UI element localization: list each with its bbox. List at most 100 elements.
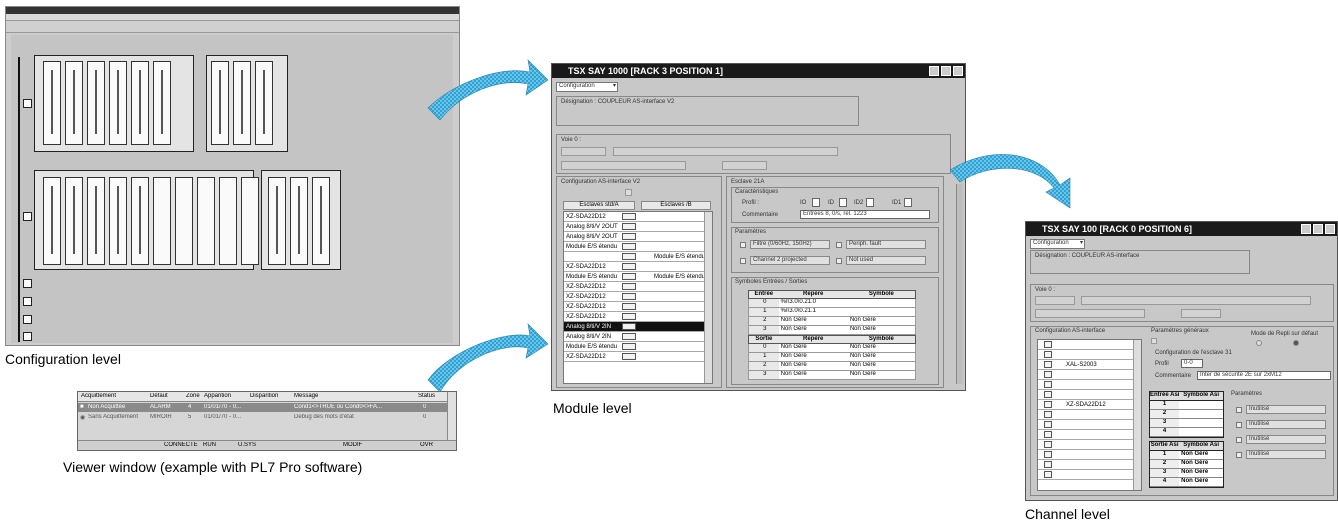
rack-address-2[interactable] (23, 279, 32, 288)
channel-slave-item[interactable] (1038, 350, 1141, 360)
rack-address-5[interactable] (23, 332, 32, 341)
id-field-io[interactable] (812, 198, 820, 207)
slave-list-item[interactable]: XZ-SDA22D12 (564, 352, 712, 362)
viewer-header-message[interactable]: Message (294, 393, 318, 399)
rack-module-slot[interactable] (131, 177, 149, 265)
channel-slave-item[interactable] (1038, 340, 1141, 350)
module-voie-function[interactable] (613, 147, 838, 156)
slave-list-item[interactable]: Module E/S étendu (564, 242, 712, 252)
param-checkbox[interactable] (1236, 407, 1242, 413)
rack-module-slot[interactable] (131, 61, 149, 145)
slave-list-item[interactable]: XZ-SDA22D12 (564, 282, 712, 292)
viewer-scrollbar[interactable] (447, 392, 456, 440)
module-voie-select[interactable] (561, 147, 606, 156)
rack-module-slot[interactable] (312, 177, 330, 265)
channel-voie-function[interactable] (1081, 296, 1311, 305)
param-checkbox[interactable] (740, 258, 746, 264)
io-table-row[interactable]: 1 %I\3.0\0.21.1 (748, 308, 916, 317)
asi-table-row[interactable]: 3 Non Géré (1150, 469, 1223, 478)
params-generaux-checkbox[interactable] (1151, 338, 1157, 344)
slave-list-item[interactable]: Analog 8/ti/V 2OUT (564, 222, 712, 232)
rack-address-0[interactable] (23, 99, 32, 108)
channel-slave-item[interactable] (1038, 450, 1141, 460)
io-table-row[interactable]: 3 Non Géré Non Géré (748, 326, 916, 335)
rack-module-slot[interactable] (175, 177, 193, 265)
channel-slave-scrollbar[interactable] (1133, 340, 1141, 490)
rack-module-slot[interactable] (87, 61, 105, 145)
module-slave-scrollbar[interactable] (704, 212, 712, 383)
module-task-select[interactable] (561, 161, 686, 170)
module-minimize-button[interactable] (929, 66, 939, 76)
rack-address-3[interactable] (23, 297, 32, 306)
channel-slave-item[interactable]: XZ-SDA22D12 (1038, 400, 1141, 410)
asi-table-row[interactable]: 4 (1150, 428, 1223, 437)
rack-module-slot[interactable] (109, 177, 127, 265)
rack-module-slot[interactable] (241, 177, 259, 265)
rack-module-slot[interactable] (109, 61, 127, 145)
rack-module-slot[interactable] (87, 177, 105, 265)
channel-minimize-button[interactable] (1301, 224, 1311, 234)
channel-voie-select[interactable] (1035, 296, 1075, 305)
rack-module-slot[interactable] (197, 177, 215, 265)
viewer-row-2[interactable]: ◉ Sans Acquittement MIROIR 5 01/01/70 - … (78, 413, 448, 422)
viewer-header-acquittement[interactable]: Acquittement (81, 393, 116, 399)
viewer-row-selected[interactable]: ■ Non Acquittée ALARM 4 01/01/70 - 0... … (78, 403, 448, 412)
slave-list-item[interactable]: Module E/S étendu Module E/S étendu (564, 272, 712, 282)
rack-address-4[interactable] (23, 315, 32, 324)
rack-module-slot[interactable] (43, 177, 61, 265)
slave-list-item[interactable]: XZ-SDA22D12 (564, 212, 712, 222)
rack-address-1[interactable] (23, 212, 32, 221)
rack-module-slot[interactable] (255, 61, 273, 145)
channel-view-select[interactable]: Configuration ▾ (1030, 239, 1085, 249)
rack-module-slot[interactable] (153, 177, 171, 265)
mode-repli-radio-2[interactable] (1293, 340, 1299, 346)
module-close-button[interactable] (953, 66, 963, 76)
id-field-id[interactable] (839, 198, 847, 207)
rack-module-slot[interactable] (153, 61, 171, 145)
channel-maximize-button[interactable] (1313, 224, 1323, 234)
slave-list-item[interactable]: Analog 8/ti/V 2IN (564, 322, 712, 332)
io-table-row[interactable]: 2 Non Géré Non Géré (748, 362, 916, 371)
rack-module-slot[interactable] (43, 61, 61, 145)
channel-slave-item[interactable] (1038, 470, 1141, 480)
slave-list-item[interactable]: XZ-SDA22D12 (564, 312, 712, 322)
slave-list-item[interactable]: Module E/S étendu (564, 252, 712, 262)
channel-slave-item[interactable] (1038, 380, 1141, 390)
id-field-id2[interactable] (866, 198, 874, 207)
module-maximize-button[interactable] (941, 66, 951, 76)
slave-list-item[interactable]: XZ-SDA22D12 (564, 292, 712, 302)
io-table-row[interactable]: 2 Non Géré Non Géré (748, 317, 916, 326)
asi-table-row[interactable]: 1 Non Géré (1150, 451, 1223, 460)
channel-slave-item[interactable] (1038, 430, 1141, 440)
channel-slave-item[interactable] (1038, 390, 1141, 400)
param-checkbox[interactable] (1236, 437, 1242, 443)
asi-table-row[interactable]: 2 (1150, 410, 1223, 419)
slave-list-item[interactable]: Analog 8/ti/V 2IN (564, 332, 712, 342)
param-checkbox[interactable] (1236, 422, 1242, 428)
asi-table-row[interactable]: 4 Non Géré (1150, 478, 1223, 487)
channel-slave-item[interactable]: XAL-S2003 (1038, 360, 1141, 370)
slave-list-item[interactable]: Analog 8/ti/V 2OUT (564, 232, 712, 242)
channel-task-select[interactable] (1035, 309, 1145, 318)
commentaire-field[interactable]: Entrées 8, 0/s, rel. 1223 (800, 210, 930, 219)
io-table-row[interactable]: 0 %I\3.0\0.21.0 (748, 299, 916, 308)
param-checkbox[interactable] (836, 242, 842, 248)
channel-slave-item[interactable] (1038, 440, 1141, 450)
rack-module-slot[interactable] (65, 177, 83, 265)
channel-profil-field[interactable]: 0-0 (1181, 359, 1203, 368)
mode-repli-radio-1[interactable] (1256, 340, 1262, 346)
asi-table-row[interactable]: 1 (1150, 401, 1223, 410)
viewer-header-zone[interactable]: Zone (186, 393, 200, 399)
module-window-scrollbar[interactable] (956, 184, 963, 384)
param-checkbox[interactable] (740, 242, 746, 248)
channel-close-button[interactable] (1325, 224, 1335, 234)
channel-slave-item[interactable] (1038, 420, 1141, 430)
viewer-header-apparition[interactable]: Apparition (204, 393, 231, 399)
viewer-header-status[interactable]: Status (418, 393, 435, 399)
module-auto-checkbox[interactable] (625, 189, 632, 196)
module-mast-select[interactable] (722, 161, 767, 170)
viewer-header-disparition[interactable]: Disparition (250, 393, 278, 399)
rack-module-slot[interactable] (233, 61, 251, 145)
module-view-select[interactable]: Configuration ▾ (556, 82, 618, 92)
rack-module-slot[interactable] (290, 177, 308, 265)
